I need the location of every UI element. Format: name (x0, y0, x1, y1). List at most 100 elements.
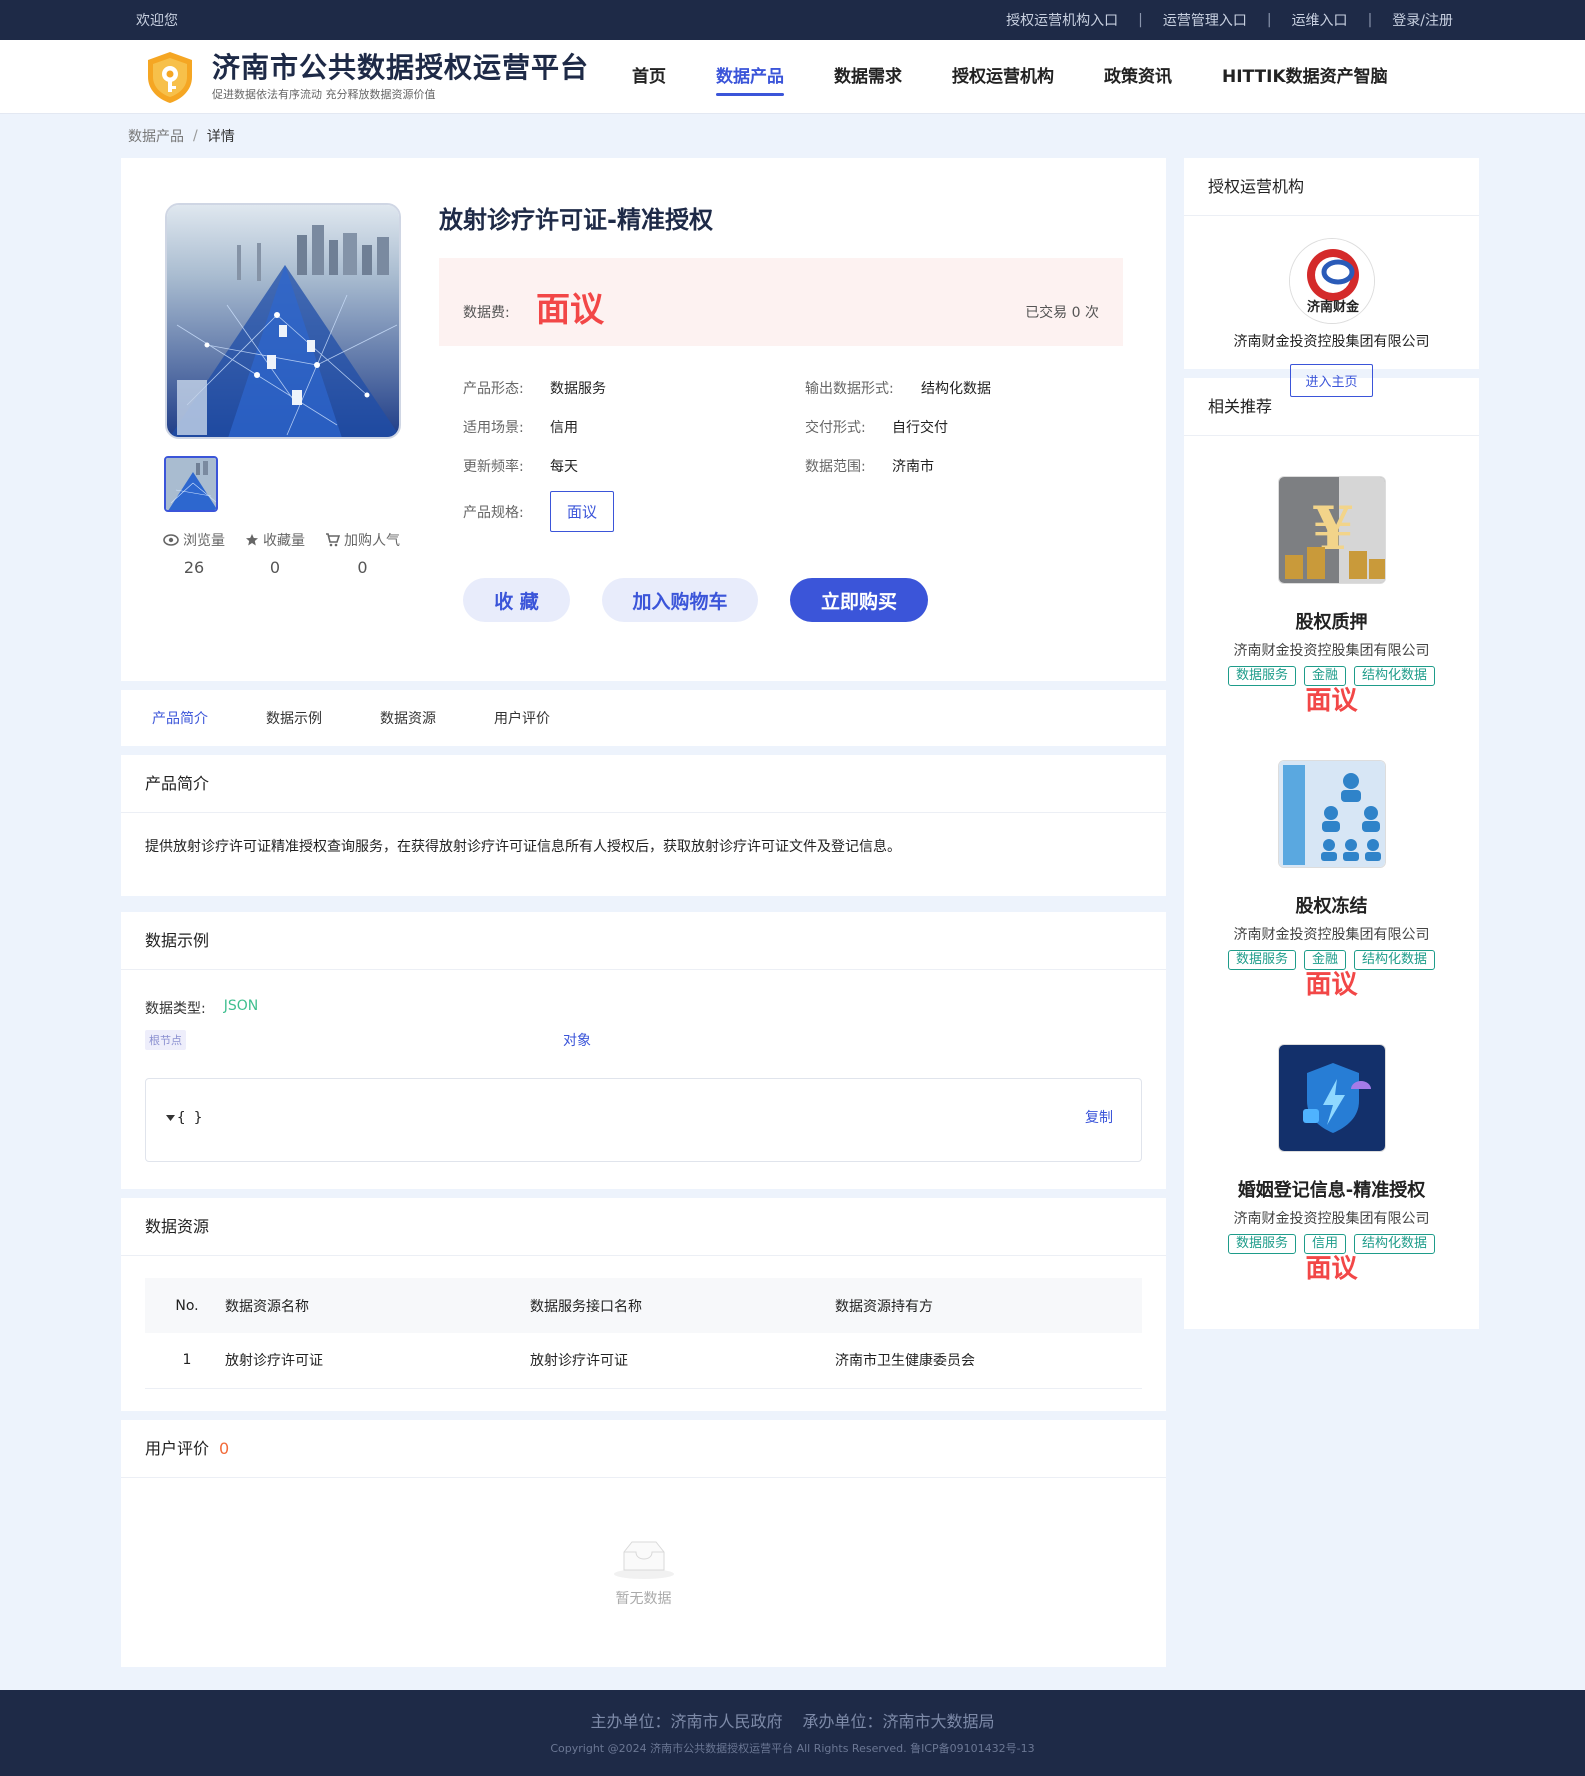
cart-stat: 加购人气 0 (325, 530, 400, 577)
top-links: 授权运营机构入口 | 运营管理入口 | 运维入口 | 登录/注册 (1006, 10, 1453, 30)
main-column: 浏览量 26 收藏量 0 加购人气 0 放射诊疗许可证-精准授权 数据费: 面议… (121, 158, 1166, 1676)
nav-operators[interactable]: 授权运营机构 (952, 40, 1054, 114)
operator-heading: 授权运营机构 (1184, 158, 1479, 216)
recommend-price: 面议 (1305, 686, 1358, 716)
tab-reviews[interactable]: 用户评价 (494, 708, 550, 728)
ops-manage-link[interactable]: 运营管理入口 (1163, 10, 1247, 30)
nav-data-products[interactable]: 数据产品 (716, 40, 784, 114)
tab-intro[interactable]: 产品简介 (152, 708, 208, 728)
attr-value: 济南市 (892, 458, 934, 475)
col-no: No. (175, 1297, 199, 1314)
recommend-tags: 数据服务 金融 结构化数据 (1184, 666, 1479, 686)
resources-heading: 数据资源 (121, 1198, 1166, 1256)
product-thumbnail[interactable] (164, 456, 218, 512)
recommend-org: 济南财金投资控股集团有限公司 (1233, 927, 1430, 943)
recommend-org: 济南财金投资控股集团有限公司 (1233, 1211, 1430, 1227)
attr-value: 自行交付 (892, 419, 948, 436)
nav-home[interactable]: 首页 (632, 40, 666, 114)
logo-lettering: 济南财金 (1306, 299, 1359, 315)
sample-heading: 数据示例 (121, 912, 1166, 970)
views-stat: 浏览量 26 (163, 530, 225, 577)
recommend-tags: 数据服务 金融 结构化数据 (1184, 950, 1479, 970)
favorites-label: 收藏量 (263, 533, 305, 549)
reviews-section: 用户评价 0 暂无数据 (121, 1420, 1166, 1667)
recommend-image (1277, 760, 1386, 868)
cell-holder: 济南市卫生健康委员会 (835, 1353, 975, 1370)
reviews-title: 用户评价 (145, 1439, 210, 1458)
site-logo[interactable]: 济南市公共数据授权运营平台 促进数据依法有序流动 充分释放数据资源价值 (142, 49, 632, 105)
attr-row: 产品形态: 数据服务 输出数据形式: 结构化数据 (463, 368, 1123, 407)
price-value: 面议 (536, 290, 604, 330)
separator: | (1266, 12, 1272, 28)
product-attributes: 产品形态: 数据服务 输出数据形式: 结构化数据 适用场景: 信用 交付形式: 自行交付… (463, 368, 1123, 532)
intro-heading: 产品简介 (121, 755, 1166, 813)
site-slogan: 促进数据依法有序流动 充分释放数据资源价值 (212, 87, 436, 101)
recommend-item[interactable]: 婚姻登记信息-精准授权 济南财金投资控股集团有限公司 数据服务 信用 结构化数据… (1184, 1004, 1479, 1288)
attr-key: 更新频率: (463, 458, 524, 475)
recommend-item[interactable]: ¥ 股权质押 济南财金投资控股集团有限公司 数据服务 金融 结构化数据 面议 (1184, 436, 1479, 720)
tab-resources[interactable]: 数据资源 (380, 708, 436, 728)
spec-label: 产品规格: (463, 504, 524, 521)
recommend-org: 济南财金投资控股集团有限公司 (1233, 643, 1430, 659)
nav-data-demand[interactable]: 数据需求 (834, 40, 902, 114)
operator-logo: 济南财金 (1288, 238, 1375, 324)
product-stats: 浏览量 26 收藏量 0 加购人气 0 (163, 530, 420, 577)
recommend-price: 面议 (1305, 970, 1358, 1000)
maintenance-link[interactable]: 运维入口 (1292, 10, 1348, 30)
add-to-cart-button[interactable]: 加入购物车 (602, 578, 758, 622)
nav-hittik[interactable]: HITTIK数据资产智脑 (1222, 40, 1388, 114)
favorites-stat: 收藏量 0 (245, 530, 305, 577)
highway-thumbnail-image (166, 458, 216, 510)
json-code-box: { } 复制 (145, 1078, 1142, 1162)
separator: | (1138, 12, 1143, 28)
detail-tabs: 产品简介 数据示例 数据资源 用户评价 (121, 690, 1166, 746)
root-node-tag: 根节点 (145, 1030, 186, 1050)
operator-card: 授权运营机构 济南财金 济南财金投资控股集团有限公司 进入主页 (1184, 158, 1479, 397)
intro-text: 提供放射诊疗许可证精准授权查询服务，在获得放射诊疗许可证信息所有人授权后，获取放… (145, 839, 901, 855)
spec-option-button[interactable]: 面议 (550, 491, 615, 532)
login-register-link[interactable]: 登录/注册 (1392, 10, 1453, 30)
price-label: 数据费: (463, 305, 510, 321)
site-footer: 主办单位：济南市人民政府 承办单位：济南市大数据局 Copyright @2024… (0, 1690, 1585, 1776)
attr-value: 信用 (550, 419, 578, 436)
footer-copyright: Copyright @2024 济南市公共数据授权运营平台 All Rights… (550, 1742, 1035, 1755)
tab-sample[interactable]: 数据示例 (266, 708, 322, 728)
buy-now-button[interactable]: 立即购买 (790, 578, 928, 622)
resources-table: No. 数据资源名称 数据服务接口名称 数据资源持有方 1 放射诊疗许可证 放射… (145, 1278, 1142, 1389)
breadcrumb-parent[interactable]: 数据产品 (128, 126, 184, 146)
favorite-button[interactable]: 收 藏 (463, 578, 570, 622)
cell-interface-name: 放射诊疗许可证 (530, 1353, 628, 1370)
caret-down-icon[interactable] (166, 1114, 175, 1122)
recommend-title: 股权质押 (1295, 612, 1368, 633)
product-card: 浏览量 26 收藏量 0 加购人气 0 放射诊疗许可证-精准授权 数据费: 面议… (121, 158, 1166, 681)
enter-homepage-button[interactable]: 进入主页 (1290, 364, 1373, 397)
data-type-row: 数据类型: JSON (145, 998, 1142, 1018)
data-type-label: 数据类型: (145, 1001, 206, 1017)
table-row: 1 放射诊疗许可证 放射诊疗许可证 济南市卫生健康委员会 (145, 1333, 1142, 1388)
org-entry-link[interactable]: 授权运营机构入口 (1006, 10, 1118, 30)
recommend-price: 面议 (1305, 1254, 1358, 1284)
table-header-row: No. 数据资源名称 数据服务接口名称 数据资源持有方 (145, 1278, 1142, 1333)
spec-row: 产品规格: 面议 (463, 491, 1123, 532)
recommend-item[interactable]: 股权冻结 济南财金投资控股集团有限公司 数据服务 金融 结构化数据 面议 (1184, 720, 1479, 1004)
tag: 金融 (1303, 666, 1346, 686)
breadcrumb: 数据产品 / 详情 (0, 114, 1585, 158)
tag: 数据服务 (1227, 950, 1296, 970)
copy-button[interactable]: 复制 (1085, 1107, 1113, 1127)
tag: 结构化数据 (1354, 666, 1436, 686)
cart-count: 0 (357, 558, 368, 577)
jinan-caijin-logo: 济南财金 (1289, 239, 1374, 323)
data-type-value: JSON (223, 998, 259, 1014)
views-label: 浏览量 (183, 533, 225, 549)
recommend-title: 婚姻登记信息-精准授权 (1237, 1180, 1426, 1201)
nav-policy-news[interactable]: 政策资讯 (1104, 40, 1172, 114)
attr-row: 适用场景: 信用 交付形式: 自行交付 (463, 407, 1123, 446)
reviews-count: 0 (219, 1439, 230, 1458)
cell-resource-name: 放射诊疗许可证 (225, 1353, 323, 1370)
welcome-text: 欢迎您 (136, 13, 178, 29)
cart-label: 加购人气 (344, 533, 400, 549)
recommend-image (1277, 1044, 1386, 1152)
json-code[interactable]: { } (166, 1110, 202, 1126)
resources-section: 数据资源 No. 数据资源名称 数据服务接口名称 数据资源持有方 1 放射诊疗许… (121, 1198, 1166, 1411)
security-shield-image (1278, 1045, 1385, 1151)
